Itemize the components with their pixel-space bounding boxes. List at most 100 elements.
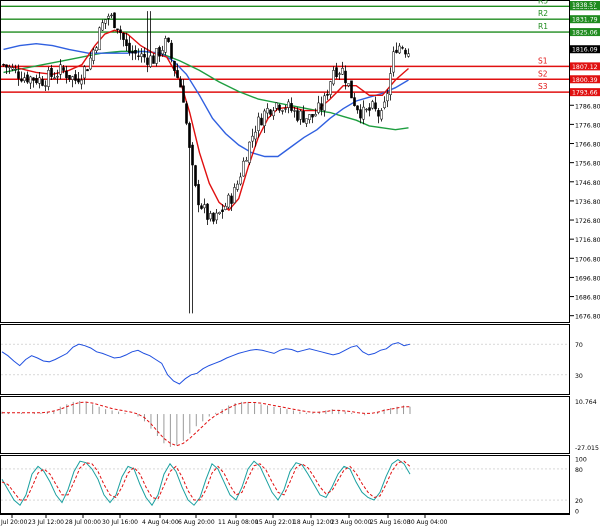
candle-body — [185, 103, 188, 124]
candle-body — [83, 66, 86, 79]
price-tick-label: 1676.80 — [575, 314, 600, 321]
trading-chart: 1676.80 1686.80 1696.80 1706.80 1716.80 1726.… — [0, 0, 600, 527]
candle-body — [8, 66, 11, 69]
stoch-tick-label: 0 — [575, 508, 579, 515]
rsi-tick-label: 70 — [575, 342, 583, 349]
candle-body — [230, 195, 233, 204]
candle-body — [311, 113, 314, 118]
candle-body — [11, 67, 14, 70]
candle-body — [308, 114, 311, 120]
candle-body — [260, 117, 263, 126]
candle-body — [71, 76, 74, 80]
candle-body — [242, 160, 245, 177]
candle-body — [68, 75, 71, 80]
candle-body — [302, 111, 305, 123]
candle-body — [2, 64, 5, 66]
level-price-tag-text: 1807.12 — [572, 64, 598, 71]
level-price-tag-text: 1800.39 — [572, 77, 598, 84]
price-tick-label: 1786.80 — [575, 103, 600, 110]
candle-body — [65, 70, 68, 79]
price-tick-label: 1716.80 — [575, 237, 600, 244]
candle-body — [287, 101, 290, 108]
candle-body — [101, 22, 104, 31]
candle-body — [263, 110, 266, 127]
candle-body — [359, 109, 362, 119]
time-tick-label: 30 Jul 16:00 — [102, 519, 138, 526]
candle-body — [299, 110, 302, 120]
candle-body — [125, 39, 128, 47]
candle-body — [293, 110, 296, 112]
candle-body — [323, 95, 326, 111]
level-label-s1: S1 — [538, 56, 548, 65]
candle-body — [23, 77, 26, 82]
candle-body — [62, 67, 65, 71]
candle-body — [122, 32, 125, 40]
candle-body — [194, 165, 197, 186]
level-label-s2: S2 — [538, 69, 548, 78]
time-tick-label: 11 Aug 08:00 — [218, 519, 259, 526]
candle-body — [296, 110, 299, 121]
candle-body — [119, 29, 122, 34]
candle-body — [350, 80, 353, 99]
candle-body — [221, 209, 224, 212]
candle-body — [74, 74, 77, 81]
candle-body — [170, 42, 173, 59]
candle-body — [80, 79, 83, 85]
candle-body — [275, 102, 278, 109]
candle-body — [206, 203, 209, 220]
candle-body — [44, 85, 47, 87]
current-price-text: 1816.09 — [572, 47, 598, 54]
candle-body — [320, 103, 323, 111]
candle-body — [107, 15, 110, 19]
candle-body — [98, 27, 101, 51]
candle-body — [371, 101, 374, 109]
stoch-tick-label: 80 — [575, 467, 583, 474]
candle-body — [314, 113, 317, 117]
candle-body — [236, 183, 239, 190]
price-tick-label: 1756.80 — [575, 161, 600, 168]
candle-body — [353, 97, 356, 106]
rsi-tick-label: 30 — [575, 373, 583, 380]
stoch-tick-label: 100 — [575, 457, 587, 464]
candle-body — [254, 131, 257, 140]
candle-body — [29, 76, 32, 84]
candle-body — [374, 102, 377, 110]
price-tick-label: 1706.80 — [575, 256, 600, 263]
candle-body — [176, 70, 179, 78]
candle-body — [14, 68, 17, 71]
candle-body — [17, 71, 20, 79]
candle-body — [140, 53, 143, 57]
level-label-r1: R1 — [538, 22, 548, 31]
level-label-s3: S3 — [538, 82, 548, 91]
time-tick-label: 23 Jul 12:00 — [28, 519, 64, 526]
candle-body — [377, 110, 380, 117]
time-tick-label: 18 Aug 12:00 — [293, 519, 334, 526]
candle-body — [113, 12, 116, 29]
candle-body — [128, 42, 131, 53]
candle-body — [92, 49, 95, 61]
candle-body — [182, 85, 185, 103]
candle-body — [110, 14, 113, 17]
candle-body — [245, 160, 248, 162]
candle-body — [257, 116, 260, 131]
time-tick-label: 23 Aug 00:00 — [331, 519, 372, 526]
level-price-tag-text: 1825.06 — [572, 30, 598, 37]
price-tick-label: 1746.80 — [575, 180, 600, 187]
time-tick-label: 15 Aug 22:01 — [255, 519, 296, 526]
candle-body — [161, 50, 164, 55]
macd-tick-label: -27.015 — [575, 445, 599, 452]
candle-body — [173, 60, 176, 71]
candle-body — [77, 78, 80, 83]
candle-body — [290, 103, 293, 111]
candle-body — [215, 212, 218, 221]
candle-body — [383, 101, 386, 108]
candle-body — [326, 93, 329, 96]
time-tick-label: 30 Aug 04:00 — [407, 519, 448, 526]
candle-body — [89, 57, 92, 70]
candle-body — [86, 69, 89, 72]
candle-body — [278, 104, 281, 111]
candle-body — [317, 102, 320, 113]
candle-body — [131, 51, 134, 54]
candle-body — [284, 108, 287, 110]
candle-body — [386, 93, 389, 102]
